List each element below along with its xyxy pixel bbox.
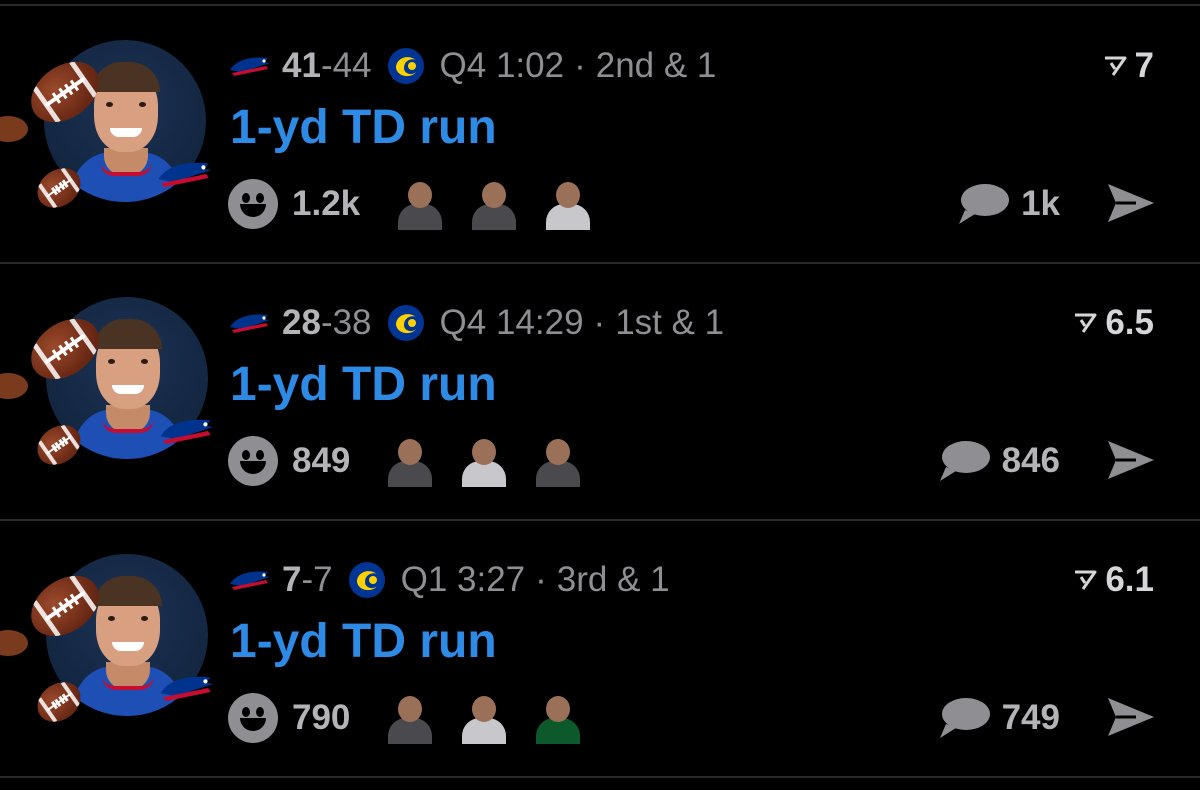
bills-badge xyxy=(158,672,216,709)
quarter-clock: Q4 14:29 xyxy=(439,303,584,342)
comments-button[interactable]: 846 xyxy=(938,433,1060,489)
speech-bubble-icon xyxy=(939,441,990,481)
score-dash: - xyxy=(301,560,314,599)
player-avatar-group[interactable] xyxy=(0,514,230,730)
bills-logo-icon xyxy=(230,314,270,333)
play-card[interactable]: 41 - 44 Q4 1:02 · 2nd & 1 1-yd TD run 7 … xyxy=(0,0,1200,256)
hand-decoration xyxy=(0,373,28,399)
paper-plane-share-icon[interactable] xyxy=(1106,437,1156,483)
game-meta: 41 - 44 Q4 1:02 · 2nd & 1 xyxy=(228,44,716,88)
separator xyxy=(0,776,1200,778)
comment-count: 846 xyxy=(1001,441,1060,480)
play-card[interactable]: 28 - 38 Q4 14:29 · 1st & 1 1-yd TD run 6… xyxy=(0,257,1200,513)
smiley-face-icon[interactable] xyxy=(228,693,278,743)
rating-value: 6.1 xyxy=(1105,560,1154,599)
comments-button[interactable]: 1k xyxy=(957,176,1060,232)
paper-plane-share-icon[interactable] xyxy=(1106,180,1156,226)
speech-bubble-icon xyxy=(959,184,1010,224)
bills-logo-icon xyxy=(230,571,270,590)
speech-bubble-icon xyxy=(939,698,990,738)
rating-value: 7 xyxy=(1134,46,1154,85)
game-meta: 28 - 38 Q4 14:29 · 1st & 1 xyxy=(228,301,724,345)
rating-bracket-icon xyxy=(1075,313,1097,333)
reaction-count: 849 xyxy=(292,441,351,480)
down-distance: 1st & 1 xyxy=(615,303,725,342)
play-rating[interactable]: 6.5 xyxy=(1073,301,1154,345)
bills-logo-icon xyxy=(160,419,214,445)
score-dash: - xyxy=(320,46,333,85)
rating-value: 6.5 xyxy=(1105,303,1154,342)
smiley-face-icon[interactable] xyxy=(228,436,278,486)
home-score: 7 xyxy=(282,560,302,599)
reactions-row: 849 xyxy=(228,433,606,489)
away-score: 38 xyxy=(332,303,372,342)
bald-man-sticker[interactable] xyxy=(384,692,436,744)
hand-decoration xyxy=(0,630,28,656)
quarter-clock: Q4 1:02 xyxy=(439,46,565,85)
paper-plane-share-icon[interactable] xyxy=(1106,694,1156,740)
meta-separator: · xyxy=(574,46,586,85)
comments-button[interactable]: 749 xyxy=(938,690,1060,746)
play-title[interactable]: 1-yd TD run xyxy=(230,100,497,155)
reactions-row: 1.2k xyxy=(228,176,616,232)
rams-logo-icon xyxy=(387,48,424,84)
comment-count: 749 xyxy=(1001,698,1060,737)
play-feed: 41 - 44 Q4 1:02 · 2nd & 1 1-yd TD run 7 … xyxy=(0,0,1200,790)
down-distance: 3rd & 1 xyxy=(556,560,670,599)
game-meta: 7 - 7 Q1 3:27 · 3rd & 1 xyxy=(228,558,670,602)
rams-logo-icon xyxy=(348,562,385,598)
screaming-fan-sticker[interactable] xyxy=(394,178,446,230)
bills-logo-icon xyxy=(160,676,214,702)
bald-man-sticker[interactable] xyxy=(468,178,520,230)
away-score: 44 xyxy=(332,46,372,85)
rams-logo-icon xyxy=(387,305,424,341)
green-jersey-player-sticker[interactable] xyxy=(532,692,584,744)
meta-separator: · xyxy=(535,560,547,599)
basketball-player-sticker[interactable] xyxy=(542,178,594,230)
rating-bracket-icon xyxy=(1104,56,1127,76)
play-card[interactable]: 7 - 7 Q1 3:27 · 3rd & 1 1-yd TD run 6.1 … xyxy=(0,514,1200,770)
player-avatar-group[interactable] xyxy=(0,257,230,473)
bald-man-sticker[interactable] xyxy=(384,435,436,487)
hand-decoration xyxy=(0,116,28,142)
bills-logo-icon xyxy=(158,162,212,188)
meta-separator: · xyxy=(593,303,606,342)
bills-badge xyxy=(156,158,214,195)
rating-bracket-icon xyxy=(1075,570,1097,590)
play-rating[interactable]: 7 xyxy=(1103,44,1154,88)
play-rating[interactable]: 6.1 xyxy=(1073,558,1154,602)
home-score: 41 xyxy=(282,46,321,85)
comment-count: 1k xyxy=(1021,184,1060,223)
bills-logo-icon xyxy=(230,57,270,76)
home-score: 28 xyxy=(282,303,321,342)
reactions-row: 790 xyxy=(228,690,606,746)
play-title[interactable]: 1-yd TD run xyxy=(230,357,497,412)
basketball-player-sticker[interactable] xyxy=(458,692,510,744)
reaction-count: 790 xyxy=(292,698,351,737)
down-distance: 2nd & 1 xyxy=(595,46,717,85)
play-title[interactable]: 1-yd TD run xyxy=(230,614,497,669)
smiley-face-icon[interactable] xyxy=(228,179,278,229)
away-score: 7 xyxy=(313,560,333,599)
bills-badge xyxy=(158,415,216,452)
basketball-player-sticker[interactable] xyxy=(458,435,510,487)
quarter-clock: Q1 3:27 xyxy=(400,560,526,599)
player-avatar-group[interactable] xyxy=(0,0,230,216)
reaction-count: 1.2k xyxy=(292,184,361,223)
man-in-chair-sticker[interactable] xyxy=(532,435,584,487)
score-dash: - xyxy=(320,303,333,342)
